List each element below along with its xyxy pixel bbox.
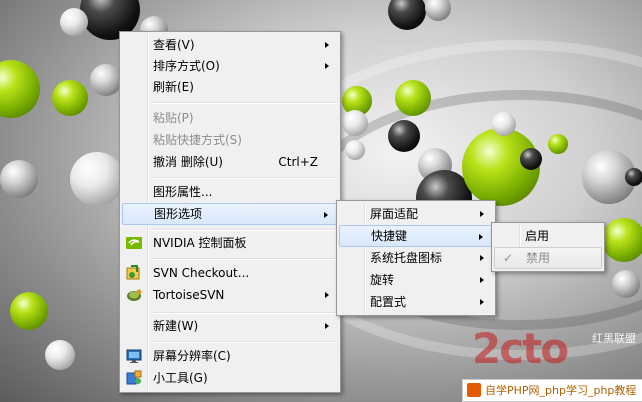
menu-item-tray-icon[interactable]: 系统托盘图标 — [339, 247, 493, 269]
black-ball — [388, 0, 426, 30]
menu-separator — [150, 341, 338, 343]
menu-item-tortoisesvn[interactable]: TortoiseSVN — [122, 284, 338, 306]
menu-item-paste-shortcut[interactable]: 粘贴快捷方式(S) — [122, 129, 338, 151]
hotkey-submenu: 启用 ✓ 禁用 — [491, 222, 605, 272]
lime-ball — [548, 134, 568, 154]
graphics-options-submenu: 屏面适配 快捷键 系统托盘图标 旋转 配置式 — [336, 200, 496, 316]
submenu-arrow-icon — [324, 212, 328, 218]
submenu-arrow-icon — [325, 63, 329, 69]
submenu-arrow-icon — [480, 299, 484, 305]
shortcut-label: Ctrl+Z — [278, 155, 318, 169]
nvidia-icon — [126, 235, 142, 251]
watermark-logo-icon — [467, 383, 481, 397]
silver-ball — [425, 0, 451, 21]
menu-separator — [150, 229, 338, 231]
menu-item-new[interactable]: 新建(W) — [122, 315, 338, 337]
menu-separator — [150, 258, 338, 260]
desktop-context-menu: 查看(V) 排序方式(O) 刷新(E) 粘贴(P) 粘贴快捷方式(S) 撤消 删… — [119, 31, 341, 393]
menu-item-graphics-options[interactable]: 图形选项 — [122, 203, 338, 225]
menu-item-rotation[interactable]: 旋转 — [339, 269, 493, 291]
menu-item-refresh[interactable]: 刷新(E) — [122, 76, 338, 98]
menu-item-view[interactable]: 查看(V) — [122, 34, 338, 56]
submenu-arrow-icon — [480, 255, 484, 261]
menu-item-nvidia-control-panel[interactable]: NVIDIA 控制面板 — [122, 232, 338, 254]
black-ball — [520, 148, 542, 170]
lime-ball — [0, 60, 40, 118]
menu-item-enable[interactable]: 启用 — [494, 225, 602, 247]
white-ball — [70, 152, 124, 206]
menu-item-disable[interactable]: ✓ 禁用 — [494, 247, 602, 269]
site-watermark: 2cto 红黑联盟 自学PHP网_php学习_php教程 — [432, 320, 642, 402]
menu-item-graphics-properties[interactable]: 图形属性... — [122, 181, 338, 203]
white-ball — [45, 340, 75, 370]
white-ball — [345, 140, 365, 160]
lime-ball — [52, 80, 88, 116]
lime-ball — [10, 292, 48, 330]
menu-item-screen-resolution[interactable]: 屏幕分辨率(C) — [122, 345, 338, 367]
submenu-arrow-icon — [325, 42, 329, 48]
menu-item-svn-checkout[interactable]: SVN Checkout... — [122, 262, 338, 284]
gadgets-icon — [126, 370, 142, 386]
lime-ball — [395, 80, 431, 116]
display-icon — [126, 348, 142, 364]
menu-item-paste[interactable]: 粘贴(P) — [122, 107, 338, 129]
white-ball — [342, 110, 368, 136]
white-ball — [492, 112, 516, 136]
submenu-arrow-icon — [325, 292, 329, 298]
check-mark-icon: ✓ — [503, 251, 514, 265]
menu-separator — [150, 102, 338, 104]
submenu-arrow-icon — [479, 234, 483, 240]
white-ball — [60, 8, 88, 36]
submenu-arrow-icon — [480, 211, 484, 217]
watermark-banner: 自学PHP网_php学习_php教程 — [462, 379, 642, 402]
tortoisesvn-icon — [126, 287, 142, 303]
submenu-arrow-icon — [480, 277, 484, 283]
menu-item-gadgets[interactable]: 小工具(G) — [122, 367, 338, 389]
menu-item-undo-delete[interactable]: 撤消 删除(U) Ctrl+Z — [122, 151, 338, 173]
black-ball — [625, 168, 642, 186]
menu-separator — [150, 312, 338, 314]
svn-checkout-icon — [126, 265, 142, 281]
lime-ball — [602, 218, 642, 262]
silver-ball — [0, 160, 38, 198]
menu-item-hotkeys[interactable]: 快捷键 — [339, 225, 493, 247]
watermark-logo: 2cto 红黑联盟 — [472, 324, 636, 373]
submenu-arrow-icon — [325, 323, 329, 329]
silver-ball — [612, 270, 640, 298]
menu-separator — [150, 177, 338, 179]
silver-ball — [90, 64, 122, 96]
menu-item-profiles[interactable]: 配置式 — [339, 291, 493, 313]
menu-item-panel-fit[interactable]: 屏面适配 — [339, 203, 493, 225]
black-ball — [388, 120, 420, 152]
menu-item-sort-by[interactable]: 排序方式(O) — [122, 55, 338, 77]
